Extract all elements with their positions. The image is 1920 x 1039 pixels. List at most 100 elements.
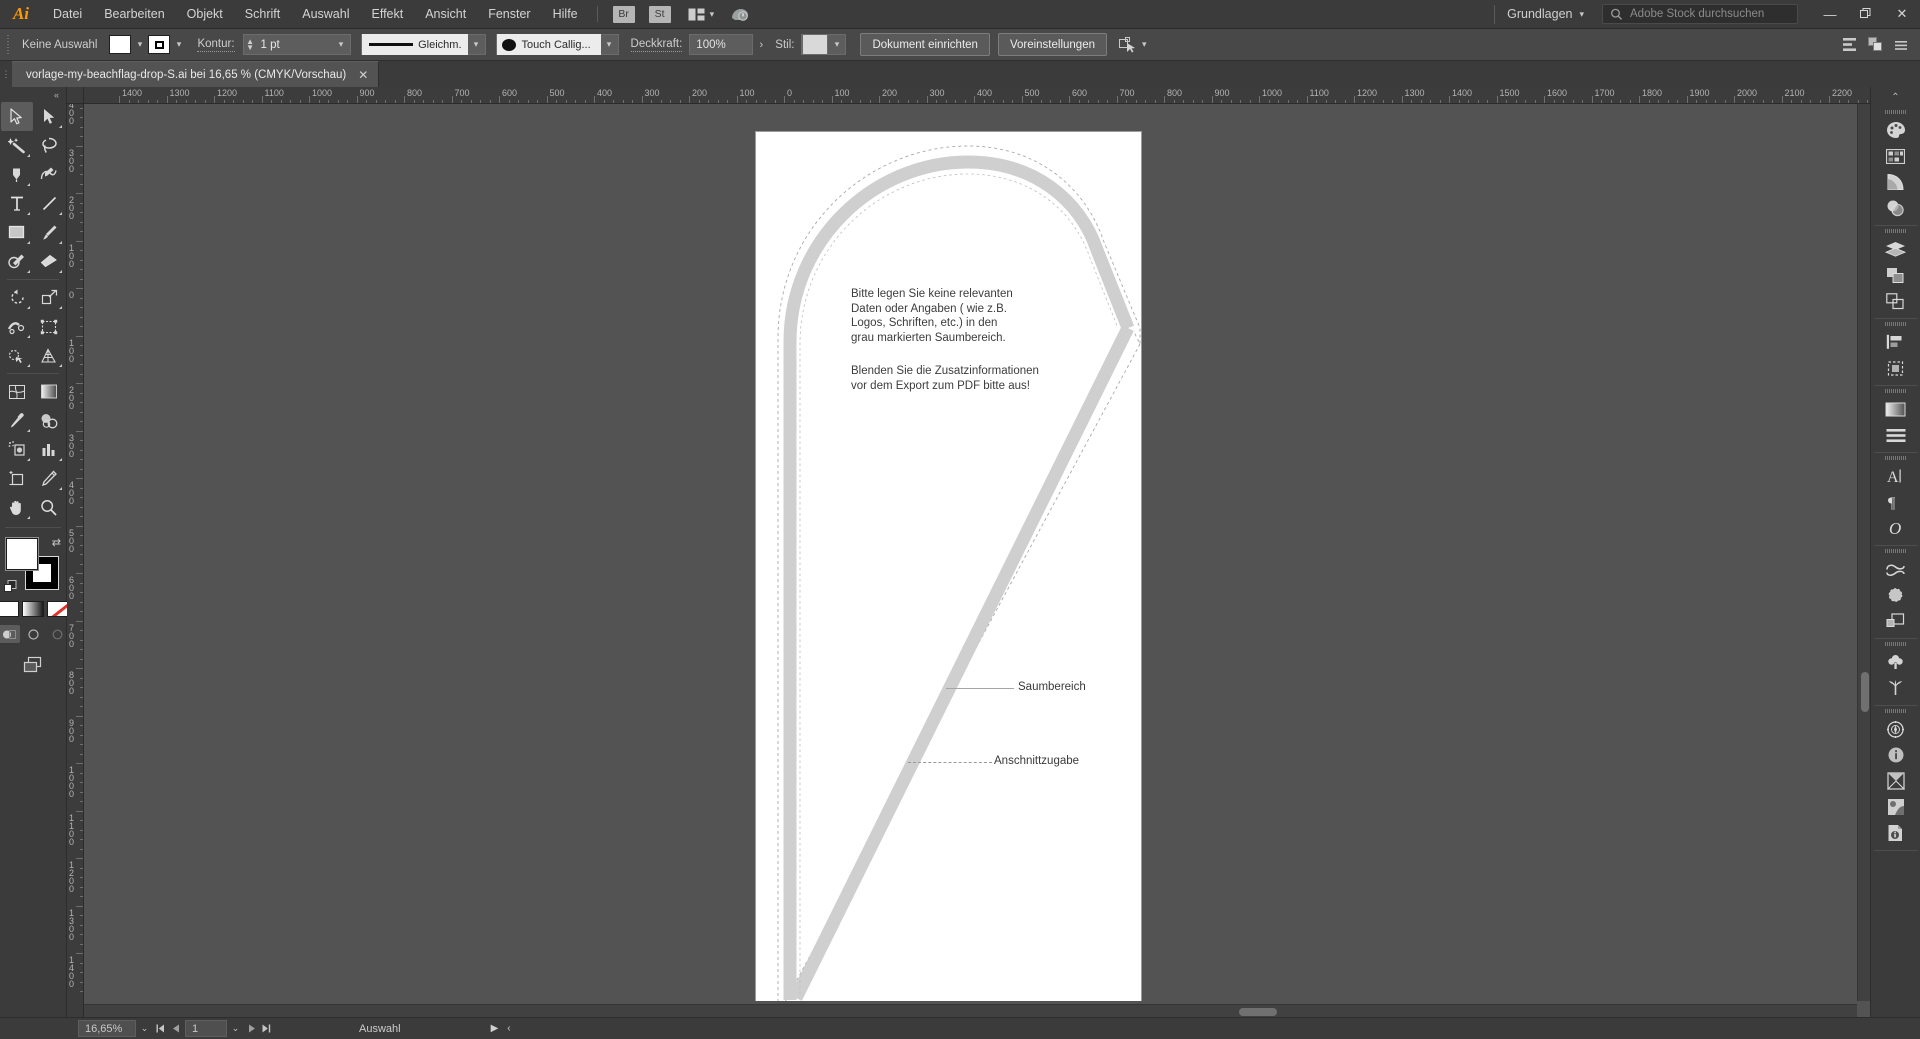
default-fill-stroke-icon[interactable] [4,580,18,593]
dock-group-grip[interactable] [1884,709,1907,713]
stroke-profile-combo[interactable]: Gleichm. ▾ [360,34,486,55]
shape-builder-tool[interactable] [1,341,33,370]
layers-panel-icon[interactable] [1878,236,1914,262]
document-setup-button[interactable]: Dokument einrichten [860,33,990,56]
brush-definition-combo[interactable]: Touch Callig... ▾ [495,34,619,55]
ruler-origin-corner[interactable] [67,87,84,104]
pen-tool[interactable] [1,160,33,189]
arrange-icon[interactable] [1864,34,1886,56]
symbol-sprayer-tool[interactable] [1,435,33,464]
horizontal-scrollbar-thumb[interactable] [1239,1008,1277,1016]
column-graph-tool[interactable] [33,435,65,464]
fill-dropdown-arrow[interactable]: ▾ [131,34,148,55]
fill-color-box[interactable] [6,538,38,570]
rotate-tool[interactable] [1,283,33,312]
lasso-tool[interactable] [33,131,65,160]
preferences-button[interactable]: Voreinstellungen [997,33,1107,56]
graphic-style-combo[interactable]: ▾ [801,34,847,55]
color-panel-icon[interactable] [1878,117,1914,143]
line-segment-tool[interactable] [33,189,65,218]
artboard-number-field[interactable]: 1 [185,1020,227,1037]
transparency-panel-icon[interactable] [1878,195,1914,221]
first-artboard-button[interactable] [153,1020,168,1037]
document-info-panel-icon[interactable] [1878,820,1914,846]
dock-group-grip[interactable] [1884,549,1907,553]
transform-panel-icon[interactable] [1878,329,1914,355]
free-transform-tool[interactable] [33,312,65,341]
draw-inside-button[interactable] [46,625,68,643]
eraser-tool[interactable] [33,247,65,276]
last-artboard-button[interactable] [259,1020,274,1037]
stroke-panel-icon[interactable] [1878,422,1914,448]
stroke-weight-combo[interactable]: ▲ ▼ 1 pt ▾ [242,34,351,55]
dock-group-grip[interactable] [1884,322,1907,326]
color-guide-panel-icon[interactable] [1878,143,1914,169]
close-button[interactable]: ✕ [1884,0,1920,29]
status-play-icon[interactable]: ▶ [491,1023,499,1034]
navigator-panel-icon[interactable] [1878,716,1914,742]
blend-tool[interactable] [33,406,65,435]
workspace-switcher[interactable]: Grundlagen ▾ [1494,4,1596,24]
color-themes-panel-icon[interactable] [1878,169,1914,195]
graphic-style-dropdown-arrow[interactable]: ▾ [828,34,845,55]
opacity-field[interactable]: 100% [689,34,754,55]
shaper-tool[interactable] [1,247,33,276]
dock-group-grip[interactable] [1884,229,1907,233]
align-icon[interactable] [1838,34,1860,56]
menu-hilfe[interactable]: Hilfe [542,0,589,29]
gradient-mode-button[interactable] [22,601,44,617]
paintbrush-tool[interactable] [33,218,65,247]
document-tab[interactable]: vorlage-my-beachflag-drop-S.ai bei 16,65… [12,61,380,87]
select-similar-group[interactable]: ▾ [1119,36,1147,53]
swap-fill-stroke-icon[interactable]: ⇄ [52,536,61,549]
status-chevron-icon[interactable]: ‹ [507,1023,510,1034]
menu-datei[interactable]: Datei [42,0,93,29]
symbols-panel-icon[interactable] [1878,582,1914,608]
menu-objekt[interactable]: Objekt [176,0,234,29]
type-tool[interactable] [1,189,33,218]
glyphs-panel-icon[interactable]: O [1878,515,1914,541]
minimize-button[interactable]: — [1812,0,1848,29]
pathfinder-panel-icon[interactable] [1878,262,1914,288]
scale-tool[interactable] [33,283,65,312]
selection-tool[interactable] [1,102,33,131]
horizontal-ruler[interactable]: 1400 1300 1200 1100 1000 900 800 700 600 500 400 30… [84,87,1870,104]
zoom-level-field[interactable]: 16,65% [78,1020,136,1037]
direct-selection-tool[interactable] [33,102,65,131]
eyedropper-tool[interactable] [1,406,33,435]
tab-bar-grip[interactable]: ⋮ [0,61,12,87]
color-mode-button[interactable] [0,601,19,617]
artboard-dropdown-arrow[interactable]: ⌄ [227,1020,244,1037]
artboards-panel-icon[interactable] [1878,355,1914,381]
dock-group-grip[interactable] [1884,456,1907,460]
rectangle-tool[interactable] [1,218,33,247]
previous-artboard-button[interactable] [168,1020,183,1037]
stock-search-field[interactable]: Adobe Stock durchsuchen [1602,4,1798,24]
dock-group-grip[interactable] [1884,642,1907,646]
dock-group-grip[interactable] [1884,110,1907,114]
graphic-styles-panel-icon[interactable] [1878,608,1914,634]
libraries-panel-icon[interactable] [1878,675,1914,701]
brushes-panel-icon[interactable] [1878,556,1914,582]
fill-color-swatch[interactable] [109,35,132,54]
control-bar-grip[interactable] [6,34,11,55]
change-screen-mode-button[interactable] [18,654,48,676]
horizontal-scrollbar[interactable] [84,1004,1857,1017]
hand-tool[interactable] [1,493,33,522]
draw-normal-button[interactable] [0,625,20,643]
menu-auswahl[interactable]: Auswahl [291,0,360,29]
stroke-weight-dropdown-arrow[interactable]: ▾ [333,34,350,55]
menu-effekt[interactable]: Effekt [360,0,414,29]
character-panel-icon[interactable]: A [1878,463,1914,489]
menu-schrift[interactable]: Schrift [234,0,291,29]
stroke-weight-stepper[interactable]: ▲ ▼ [244,34,257,55]
mesh-tool[interactable] [1,377,33,406]
artboard[interactable]: Bitte legen Sie keine relevanten Daten o… [756,132,1141,1001]
arrange-documents-button[interactable]: ▾ [688,8,714,21]
info-panel-icon[interactable] [1878,742,1914,768]
artboard-tool[interactable] [1,464,33,493]
slice-tool[interactable] [33,464,65,493]
gradient-tool[interactable] [33,377,65,406]
align-panel-icon[interactable] [1878,288,1914,314]
zoom-tool[interactable] [33,493,65,522]
